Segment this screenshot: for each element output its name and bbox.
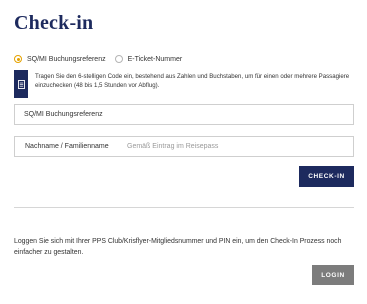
radio-booking-reference-label: SQ/MI Buchungsreferenz <box>27 55 106 63</box>
last-name-label: Nachname / Familienname <box>25 143 109 150</box>
booking-reference-label: SQ/MI Buchungsreferenz <box>24 111 103 118</box>
radio-eticket-number[interactable]: E-Ticket-Nummer <box>114 55 183 63</box>
radio-selected-icon <box>14 55 22 63</box>
radio-eticket-number-label: E-Ticket-Nummer <box>127 55 183 63</box>
lookup-type-radio-group: SQ/MI Buchungsreferenz E-Ticket-Nummer <box>14 53 191 65</box>
radio-booking-reference[interactable]: SQ/MI Buchungsreferenz <box>14 55 106 63</box>
check-in-button[interactable]: CHECK-IN <box>299 166 354 187</box>
login-info-text: Loggen Sie sich mit Ihrer PPS Club/Krisf… <box>14 238 342 256</box>
info-box: Tragen Sie den 6-stelligen Code ein, bes… <box>14 70 353 98</box>
radio-unselected-icon <box>114 55 123 63</box>
last-name-placeholder: Gemäß Eintrag im Reisepass <box>127 143 219 150</box>
booking-reference-input[interactable]: SQ/MI Buchungsreferenz <box>14 104 354 125</box>
login-button[interactable]: LOGIN <box>312 265 354 285</box>
divider <box>14 207 354 208</box>
info-text: Tragen Sie den 6-stelligen Code ein, bes… <box>35 73 350 89</box>
document-icon <box>14 70 28 98</box>
page-title: Check-in <box>14 12 94 34</box>
last-name-input[interactable]: Nachname / Familienname Gemäß Eintrag im… <box>14 136 354 157</box>
